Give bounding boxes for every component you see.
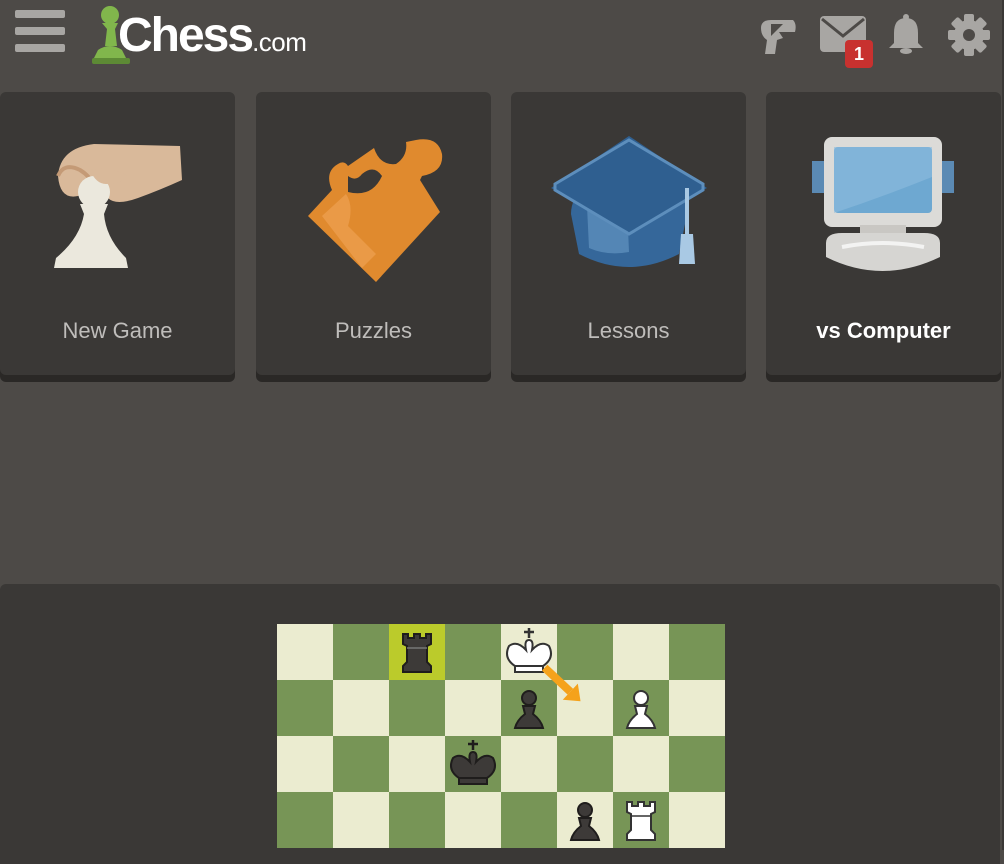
square-a5[interactable] [277,792,333,848]
square-f8[interactable] [557,624,613,680]
square-g6[interactable] [613,736,669,792]
square-g8[interactable] [613,624,669,680]
square-h5[interactable] [669,792,725,848]
square-b6[interactable] [333,736,389,792]
gear-icon[interactable] [948,14,990,56]
lessons-tile[interactable]: Lessons [511,92,746,375]
new-game-tile[interactable]: New Game [0,92,235,375]
square-c6[interactable] [389,736,445,792]
new-game-label: New Game [62,318,173,343]
square-b8[interactable] [333,624,389,680]
square-e5[interactable] [501,792,557,848]
square-b5[interactable] [333,792,389,848]
computer-icon [812,137,954,271]
black-rook-piece[interactable] [402,633,432,673]
square-h7[interactable] [669,680,725,736]
puzzles-tile[interactable]: Puzzles [256,92,491,375]
vs-computer-label: vs Computer [816,318,951,343]
puzzles-label: Puzzles [334,318,413,343]
square-a6[interactable] [277,736,333,792]
puzzle-piece-icon [308,139,443,282]
square-b7[interactable] [333,680,389,736]
square-a7[interactable] [277,680,333,736]
bell-icon[interactable] [887,13,925,55]
vs-computer-tile[interactable]: vs Computer [766,92,1001,375]
square-e6[interactable] [501,736,557,792]
messages-badge: 1 [845,40,873,68]
top-bar: Chess.com 1 [0,0,1004,80]
square-h6[interactable] [669,736,725,792]
square-d5[interactable] [445,792,501,848]
square-f6[interactable] [557,736,613,792]
hand-pawn-icon [54,144,182,268]
logo-text-main: Chess [118,9,254,62]
logo-text-suffix: .com [252,27,307,57]
square-h8[interactable] [669,624,725,680]
square-d8[interactable] [445,624,501,680]
graduation-cap-icon [551,136,707,267]
white-rook-piece[interactable] [626,801,656,841]
chess-board-grid [277,624,725,848]
square-a8[interactable] [277,624,333,680]
square-c7[interactable] [389,680,445,736]
square-c5[interactable] [389,792,445,848]
chess-board[interactable] [277,624,725,850]
logo-wordmark: Chess.com [118,8,307,63]
square-d7[interactable] [445,680,501,736]
hamburger-menu-icon[interactable] [15,10,65,54]
play-bishop-icon[interactable] [757,14,799,56]
lessons-label: Lessons [587,318,670,343]
